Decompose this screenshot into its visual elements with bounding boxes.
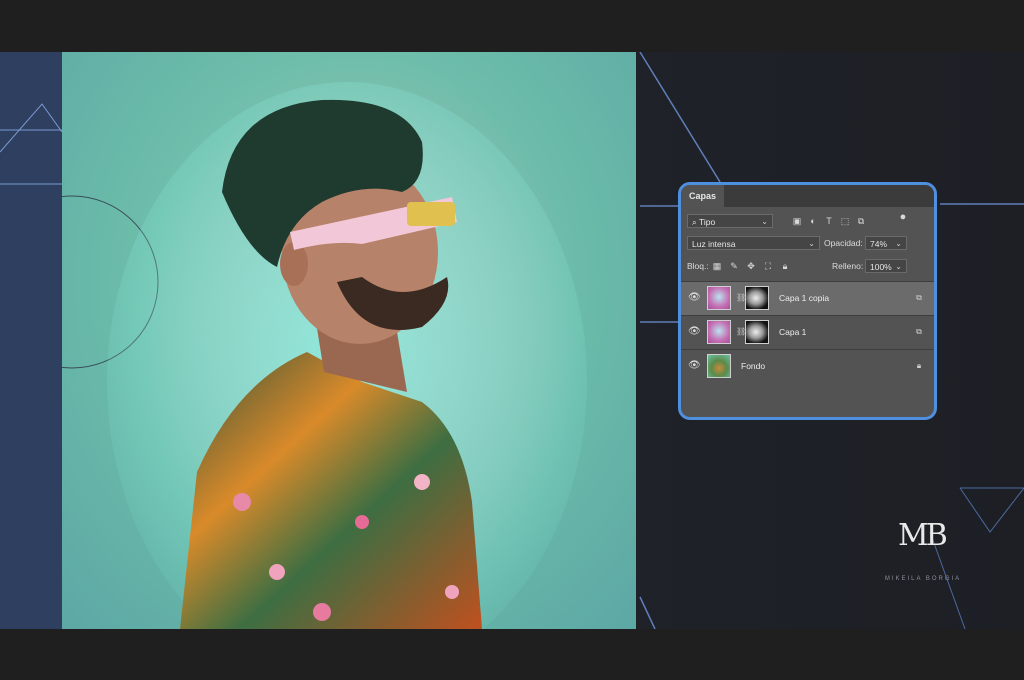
filter-kind-select[interactable]: ⌕ Tipo ⌄ <box>687 214 773 228</box>
link-icon[interactable]: ⛓ <box>736 293 746 303</box>
left-deco-lines <box>0 103 63 185</box>
left-blue-strip <box>0 52 63 629</box>
layer-name: Fondo <box>741 361 766 371</box>
layers-panel: Capas ⌕ Tipo ⌄ ▣ ◐ T ⬚ ⧉ ● Luz intensa ⌄… <box>678 182 937 420</box>
tab-capas[interactable]: Capas <box>681 185 725 207</box>
search-icon: ⌕ <box>692 217 699 227</box>
layer-row-capa-1-copia[interactable]: 👁︎ ⛓ Capa 1 copia ⧉ <box>681 281 934 315</box>
lock-icon: 🔒︎ <box>916 361 922 370</box>
layer-thumbnail <box>707 286 731 310</box>
eye-icon[interactable]: 👁︎ <box>688 360 701 372</box>
layer-name: Capa 1 copia <box>779 293 830 303</box>
lock-pixels-icon[interactable]: ✎ <box>728 259 740 273</box>
layer-row-capa-1[interactable]: 👁︎ ⛓ Capa 1 ⧉ <box>681 315 934 349</box>
layer-name: Capa 1 <box>779 327 807 337</box>
chevron-down-icon: ⌄ <box>895 262 902 271</box>
opacity-value: 74% <box>870 239 888 249</box>
chevron-down-icon: ⌄ <box>761 217 768 226</box>
lock-position-icon[interactable]: ✥ <box>745 259 757 273</box>
fill-field[interactable]: 100% ⌄ <box>865 259 907 273</box>
portrait-illustration <box>62 82 587 629</box>
brand-logo: MB <box>898 518 948 553</box>
image-filter-icon[interactable]: ▣ <box>791 214 803 228</box>
blend-mode-value: Luz intensa <box>692 239 736 249</box>
filter-toggle-icon[interactable]: ● <box>897 210 909 224</box>
brand-subtext: MIKEILA BORGIA <box>884 576 962 582</box>
eye-icon[interactable]: 👁︎ <box>688 292 701 304</box>
layer-row-fondo[interactable]: 👁︎ Fondo 🔒︎ <box>681 349 934 383</box>
chevron-down-icon: ⌄ <box>895 239 902 248</box>
filter-kind-label: Tipo <box>698 217 716 227</box>
lock-row: Bloq.: ▦ ✎ ✥ ⛶ 🔒︎ Relleno: 100% ⌄ <box>681 258 934 274</box>
layer-thumbnail <box>707 320 731 344</box>
lock-label: Bloq.: <box>687 261 709 271</box>
lock-transparency-icon[interactable]: ▦ <box>711 259 723 273</box>
shape-filter-icon[interactable]: ⬚ <box>839 214 851 228</box>
chevron-down-icon: ⌄ <box>808 239 815 248</box>
panel-tab-bar: Capas <box>681 185 934 207</box>
link-icon[interactable]: ⛓ <box>736 327 746 337</box>
lock-artboard-icon[interactable]: ⛶ <box>762 259 774 273</box>
layer-mask-thumbnail[interactable] <box>745 320 769 344</box>
fill-value: 100% <box>870 262 892 272</box>
layer-thumbnail <box>707 354 731 378</box>
eye-icon[interactable]: 👁︎ <box>688 326 701 338</box>
adjustment-filter-icon[interactable]: ◐ <box>807 214 819 228</box>
fill-label: Relleno: <box>832 261 864 271</box>
smart-object-badge-icon: ⧉ <box>916 293 922 302</box>
filter-row: ⌕ Tipo ⌄ ▣ ◐ T ⬚ ⧉ ● <box>681 210 934 229</box>
lock-all-icon[interactable]: 🔒︎ <box>779 259 791 273</box>
type-filter-icon[interactable]: T <box>823 214 835 228</box>
smart-object-badge-icon: ⧉ <box>916 327 922 336</box>
layer-mask-thumbnail[interactable] <box>745 286 769 310</box>
opacity-label: Opacidad: <box>824 238 863 248</box>
photo-canvas <box>62 52 636 629</box>
blend-row: Luz intensa ⌄ Opacidad: 74% ⌄ <box>681 235 934 251</box>
smart-object-filter-icon[interactable]: ⧉ <box>855 214 867 228</box>
blend-mode-select[interactable]: Luz intensa ⌄ <box>687 236 820 250</box>
opacity-field[interactable]: 74% ⌄ <box>865 236 907 250</box>
